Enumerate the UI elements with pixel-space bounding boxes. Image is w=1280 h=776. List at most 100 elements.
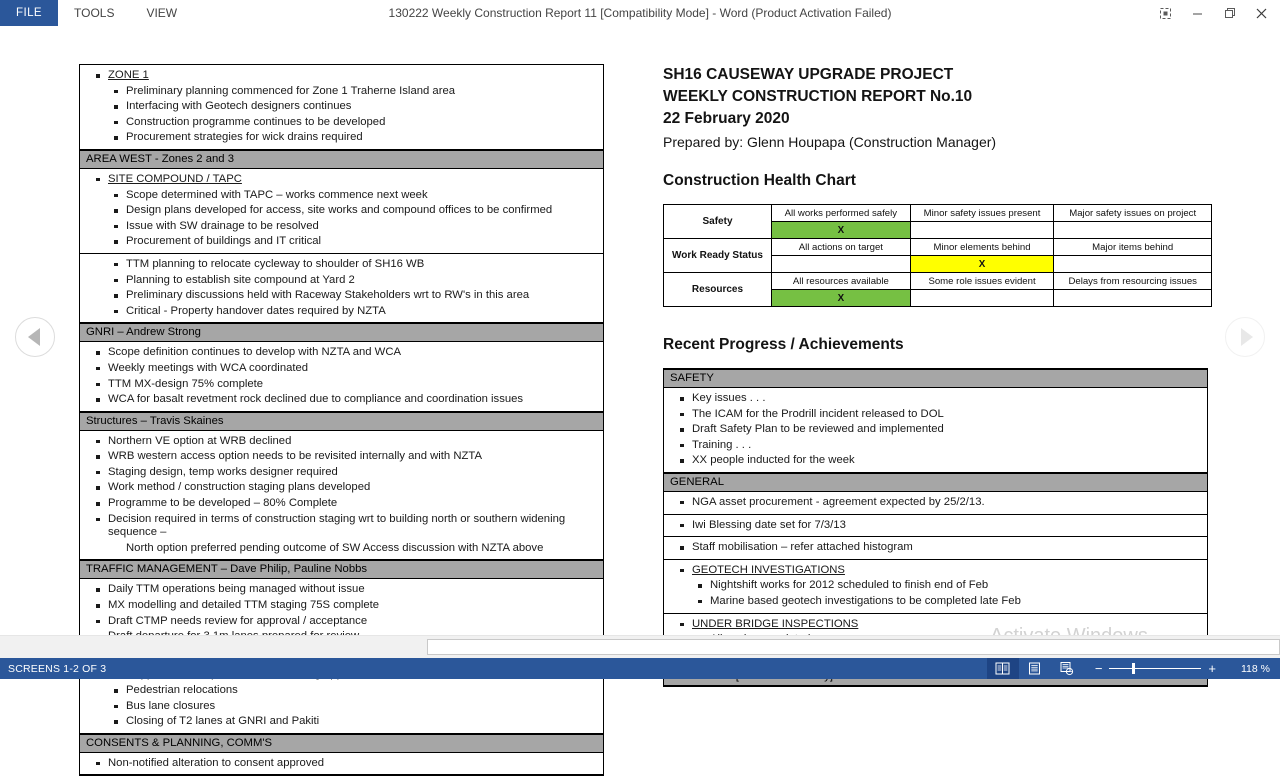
- health-option-label: Major safety issues on project: [1053, 204, 1212, 222]
- list-item: Work method / construction staging plans…: [80, 480, 603, 496]
- list-item: Planning to establish site compound at Y…: [80, 273, 603, 289]
- list-item: Training . . .: [664, 438, 1207, 454]
- health-status-empty: [771, 255, 911, 273]
- menu-view[interactable]: VIEW: [130, 0, 193, 26]
- window-controls: [1150, 0, 1276, 26]
- health-status-marker: X: [771, 289, 911, 307]
- chevron-right-icon: [1240, 328, 1253, 346]
- list-item: Preliminary discussions held with Racewa…: [80, 288, 603, 304]
- status-bar: SCREENS 1-2 OF 3 − + 118 %: [0, 658, 1280, 679]
- bullet-list: SITE COMPOUND / TAPC: [80, 172, 603, 188]
- zoom-out-button[interactable]: −: [1095, 662, 1103, 675]
- list-item: Issue with SW drainage to be resolved: [80, 219, 603, 235]
- section-body: SITE COMPOUND / TAPC Scope determined wit…: [80, 169, 603, 254]
- bullet-list: Iwi Blessing date set for 7/3/13: [664, 518, 1207, 534]
- list-item: WRB western access option needs to be re…: [80, 449, 603, 465]
- zoom-in-button[interactable]: +: [1208, 662, 1216, 675]
- list-item-continuation: North option preferred pending outcome o…: [126, 541, 544, 554]
- ribbon-display-options-icon[interactable]: [1150, 1, 1180, 25]
- list-item: Weekly meetings with WCA coordinated: [80, 361, 603, 377]
- section-body: GEOTECH INVESTIGATIONS Nightshift works f…: [664, 560, 1207, 614]
- health-row-label: Safety: [663, 204, 772, 239]
- minimize-icon[interactable]: [1182, 1, 1212, 25]
- list-item: ZONE 1: [80, 68, 603, 84]
- section-body: TTM planning to relocate cycleway to sho…: [80, 254, 603, 324]
- section-header: GNRI – Andrew Strong: [80, 323, 603, 343]
- list-item: Interfacing with Geotech designers conti…: [80, 99, 603, 115]
- health-option-label: Major items behind: [1053, 238, 1212, 256]
- list-item: UNDER BRIDGE INSPECTIONS: [664, 617, 1207, 633]
- file-tab[interactable]: FILE: [0, 0, 58, 26]
- construction-health-chart-heading: Construction Health Chart: [663, 172, 856, 189]
- bullet-list: Nightshift works for 2012 scheduled to f…: [664, 578, 1207, 609]
- restore-icon[interactable]: [1214, 1, 1244, 25]
- bullet-list: NGA asset procurement - agreement expect…: [664, 495, 1207, 511]
- list-item: Daily TTM operations being managed witho…: [80, 582, 603, 598]
- chevron-left-icon: [27, 328, 40, 346]
- list-item: WCA for basalt revetment rock declined d…: [80, 392, 603, 408]
- list-item: TTM MX-design 75% complete: [80, 377, 603, 393]
- zoom-percentage[interactable]: 118 %: [1228, 663, 1270, 675]
- bullet-list: UNDER BRIDGE INSPECTIONS: [664, 617, 1207, 633]
- list-item: Procurement strategies for wick drains r…: [80, 130, 603, 146]
- read-mode-icon[interactable]: [986, 658, 1019, 679]
- list-item: Draft Safety Plan to be reviewed and imp…: [664, 422, 1207, 438]
- list-item-label: ZONE 1: [108, 69, 149, 81]
- health-option-label: All resources available: [771, 272, 911, 290]
- list-item-label: SITE COMPOUND / TAPC: [108, 172, 242, 185]
- list-item: Preliminary planning commenced for Zone …: [80, 84, 603, 100]
- section-body: Staff mobilisation – refer attached hist…: [664, 537, 1207, 560]
- list-item: TTM planning to relocate cycleway to sho…: [80, 257, 603, 273]
- print-layout-icon[interactable]: [1019, 658, 1051, 679]
- section-header: Structures – Travis Skaines: [80, 411, 603, 431]
- bullet-list: Scope determined with TAPC – works comme…: [80, 188, 603, 250]
- table-row: Safety All works performed safely Minor sa…: [663, 204, 1212, 239]
- list-item: Iwi Blessing date set for 7/3/13: [664, 518, 1207, 534]
- list-item: XX people inducted for the week: [664, 453, 1207, 469]
- bullet-list: Northern VE option at WRB declined WRB we…: [80, 434, 603, 557]
- previous-page-button[interactable]: [15, 317, 55, 357]
- list-item: Scope definition continues to develop wi…: [80, 345, 603, 361]
- right-page: SH16 CAUSEWAY UPGRADE PROJECT WEEKLY CON…: [663, 64, 1212, 688]
- section-body: Non-notified alteration to consent appro…: [80, 753, 603, 776]
- list-item: SITE COMPOUND / TAPC: [80, 172, 603, 188]
- prepared-by: Prepared by: Glenn Houpapa (Construction…: [663, 134, 997, 150]
- construction-health-chart-table: Safety All works performed safely Minor sa…: [663, 204, 1212, 307]
- section-body: ZONE 1 Preliminary planning commenced for…: [80, 65, 603, 150]
- section-header: GENERAL: [664, 472, 1207, 492]
- zoom-control[interactable]: − +: [1095, 662, 1216, 675]
- list-item: Decision required in terms of constructi…: [80, 512, 603, 541]
- zoom-slider-handle[interactable]: [1132, 663, 1136, 674]
- list-item: The ICAM for the Prodrill incident relea…: [664, 407, 1207, 423]
- status-bar-right: − + 118 %: [986, 658, 1280, 679]
- close-icon[interactable]: [1246, 1, 1276, 25]
- list-item: NGA asset procurement - agreement expect…: [664, 495, 1207, 511]
- next-page-button[interactable]: [1225, 317, 1265, 357]
- list-item: Procurement of buildings and IT critical: [80, 234, 603, 250]
- list-item: Key issues . . .: [664, 391, 1207, 407]
- list-item: Closing of T2 lanes at GNRI and Pakiti: [80, 714, 603, 730]
- section-body: NGA asset procurement - agreement expect…: [664, 492, 1207, 515]
- health-status-empty: [909, 289, 1055, 307]
- health-status-empty: [1053, 289, 1212, 307]
- menu-tools[interactable]: TOOLS: [58, 0, 130, 26]
- list-item: Scope determined with TAPC – works comme…: [80, 188, 603, 204]
- zoom-slider[interactable]: [1109, 663, 1202, 674]
- list-item-label: UNDER BRIDGE INSPECTIONS: [692, 617, 859, 630]
- list-item: Bus lane closures: [80, 699, 603, 715]
- web-layout-icon[interactable]: [1051, 658, 1083, 679]
- bullet-list: ZONE 1: [80, 68, 603, 84]
- section-body: Key issues . . . The ICAM for the Prodril…: [664, 388, 1207, 473]
- table-row: Resources All resources available Some rol…: [663, 272, 1212, 307]
- horizontal-scrollbar[interactable]: [427, 639, 1280, 655]
- bullet-list: Key issues . . . The ICAM for the Prodril…: [664, 391, 1207, 469]
- section-body: Iwi Blessing date set for 7/3/13: [664, 515, 1207, 538]
- section-body: Scope definition continues to develop wi…: [80, 342, 603, 412]
- list-item: Staff mobilisation – refer attached hist…: [664, 540, 1207, 556]
- health-option-label: Delays from resourcing issues: [1053, 272, 1212, 290]
- bullet-list: Scope definition continues to develop wi…: [80, 345, 603, 407]
- bullet-list: TTM planning to relocate cycleway to sho…: [80, 257, 603, 319]
- health-option-label: Minor elements behind: [909, 238, 1055, 256]
- bullet-list: Staff mobilisation – refer attached hist…: [664, 540, 1207, 556]
- screens-indicator[interactable]: SCREENS 1-2 OF 3: [0, 663, 106, 675]
